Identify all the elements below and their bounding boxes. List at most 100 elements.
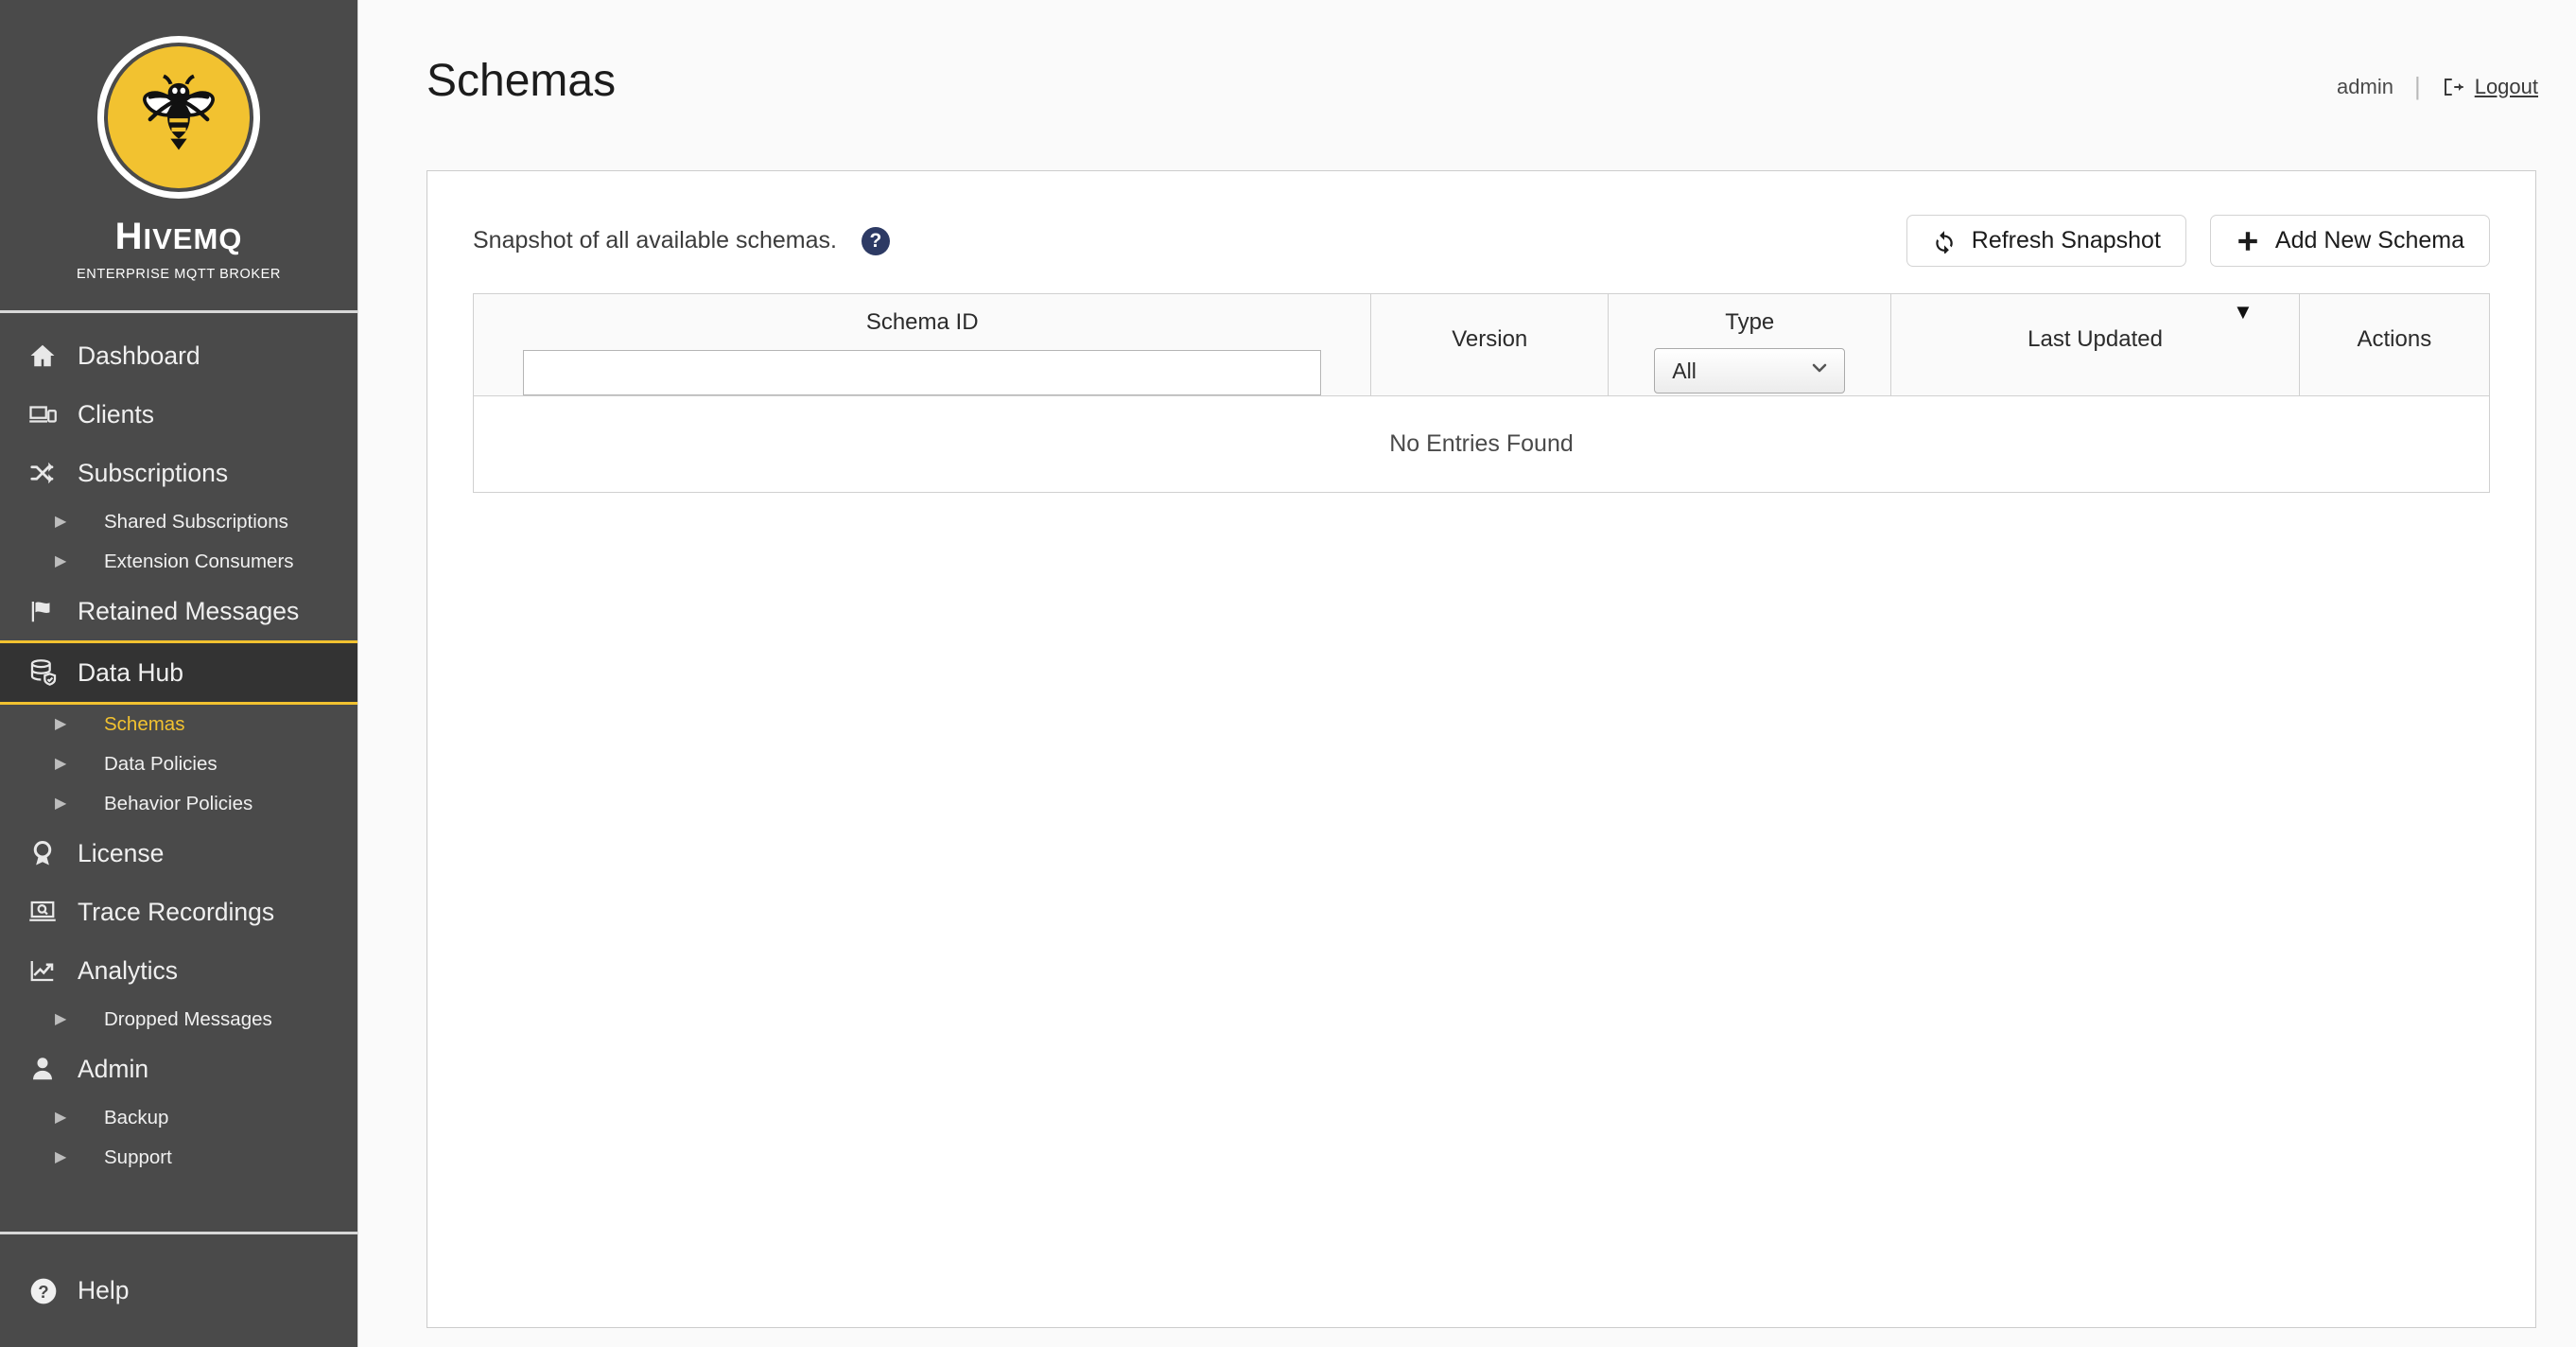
caret-right-icon: ▶ [55, 756, 67, 772]
logout-button[interactable]: Logout [2442, 75, 2538, 99]
schema-id-filter-input[interactable] [523, 350, 1322, 395]
sidebar-item-label: Analytics [78, 955, 179, 985]
caret-right-icon: ▶ [55, 716, 67, 732]
column-type[interactable]: Type All [1608, 293, 1892, 396]
brand-name: HIVEMQ [114, 216, 243, 257]
divider: | [2413, 72, 2421, 100]
card-header: Snapshot of all available schemas. ? Ref… [473, 215, 2490, 293]
refresh-snapshot-button[interactable]: Refresh Snapshot [1906, 215, 2186, 267]
brand-block: HIVEMQ ENTERPRISE MQTT BROKER [0, 0, 357, 313]
sidebar-item-schemas[interactable]: ▶ Schemas [0, 705, 357, 744]
sidebar-item-data-hub[interactable]: Data Hub [0, 640, 357, 705]
sidebar-nav: Dashboard Clients Subscriptions ▶ Shared… [0, 313, 357, 1232]
sidebar-item-dashboard[interactable]: Dashboard [0, 326, 357, 385]
sidebar-item-shared-subscriptions[interactable]: ▶ Shared Subscriptions [0, 502, 357, 542]
user-area: admin | Logout [2337, 59, 2538, 101]
devices-icon [28, 400, 78, 429]
caret-right-icon: ▶ [55, 514, 67, 530]
help-circle-icon[interactable]: ? [861, 226, 890, 255]
caret-right-icon: ▶ [55, 796, 67, 812]
brand-tagline: ENTERPRISE MQTT BROKER [77, 267, 281, 282]
chart-line-icon [28, 956, 78, 985]
sidebar-item-label: Schemas [104, 713, 185, 735]
sidebar-item-clients[interactable]: Clients [0, 385, 357, 444]
add-new-schema-button[interactable]: Add New Schema [2209, 215, 2490, 267]
column-version[interactable]: Version [1370, 293, 1610, 396]
database-shield-icon [28, 657, 78, 688]
table-header-row: Schema ID Version Type All ▼ Last Update… [472, 293, 2491, 396]
flag-icon [28, 597, 78, 625]
sidebar-item-backup[interactable]: ▶ Backup [0, 1098, 357, 1138]
sidebar-item-label: Backup [104, 1107, 169, 1128]
sidebar-item-label: Trace Recordings [78, 897, 275, 926]
column-header-label: Version [1452, 326, 1528, 352]
plus-icon [2236, 229, 2260, 254]
user-icon [28, 1055, 78, 1083]
sidebar-item-label: Retained Messages [78, 596, 300, 625]
chevron-down-icon [1808, 357, 1831, 385]
add-new-schema-label: Add New Schema [2274, 227, 2464, 254]
sidebar-item-support[interactable]: ▶ Support [0, 1138, 357, 1178]
main-content: Schemas admin | Logout Snapshot of all a… [357, 0, 2576, 1347]
sidebar-item-label: Dropped Messages [104, 1008, 272, 1030]
type-filter-select[interactable]: All [1654, 348, 1846, 394]
caret-right-icon: ▶ [55, 1110, 67, 1126]
caret-right-icon: ▶ [55, 553, 67, 569]
column-actions: Actions [2298, 293, 2491, 396]
sidebar-item-label: License [78, 838, 165, 867]
table-body: No Entries Found [473, 395, 2490, 493]
card-description-group: Snapshot of all available schemas. ? [473, 226, 890, 255]
home-icon [28, 341, 78, 370]
sidebar-item-label: Dashboard [78, 341, 200, 370]
sidebar-item-retained-messages[interactable]: Retained Messages [0, 582, 357, 640]
logo-ring [97, 36, 260, 199]
schemas-card: Snapshot of all available schemas. ? Ref… [426, 170, 2536, 1328]
sidebar-help-block: ? Help [0, 1232, 357, 1347]
sidebar-item-license[interactable]: License [0, 824, 357, 883]
refresh-snapshot-label: Refresh Snapshot [1971, 227, 2161, 254]
sidebar-item-label: Admin [78, 1054, 149, 1083]
column-header-label: Type [1725, 309, 1775, 335]
sidebar-item-label: Data Policies [104, 753, 218, 775]
app-root: HIVEMQ ENTERPRISE MQTT BROKER Dashboard … [0, 0, 2576, 1347]
sidebar-item-label: Shared Subscriptions [104, 511, 288, 533]
refresh-icon [1932, 229, 1957, 254]
sidebar-item-label: Behavior Policies [104, 793, 253, 814]
logout-label: Logout [2474, 74, 2538, 98]
column-header-label: Actions [2357, 326, 2432, 352]
table-empty-row: No Entries Found [473, 395, 2490, 493]
sidebar-item-extension-consumers[interactable]: ▶ Extension Consumers [0, 542, 357, 582]
sidebar-item-label: Data Hub [78, 657, 183, 687]
column-last-updated[interactable]: ▼ Last Updated [1890, 293, 2300, 396]
shuffle-icon [28, 459, 78, 487]
sidebar-item-behavior-policies[interactable]: ▶ Behavior Policies [0, 784, 357, 824]
sort-descending-icon[interactable]: ▼ [2233, 302, 2254, 323]
column-header-label: Schema ID [865, 309, 979, 335]
sidebar-item-analytics[interactable]: Analytics [0, 941, 357, 1000]
question-circle-icon: ? [28, 1276, 78, 1306]
schemas-table: Schema ID Version Type All ▼ Last Update… [472, 293, 2491, 493]
type-filter-value: All [1672, 358, 1697, 383]
empty-message: No Entries Found [473, 395, 2490, 493]
sidebar-item-data-policies[interactable]: ▶ Data Policies [0, 744, 357, 784]
sidebar-item-admin[interactable]: Admin [0, 1040, 357, 1098]
sidebar-item-trace-recordings[interactable]: Trace Recordings [0, 883, 357, 941]
laptop-search-icon [28, 898, 78, 926]
table-header: Schema ID Version Type All ▼ Last Update… [472, 293, 2491, 396]
sign-out-icon [2442, 76, 2464, 98]
sidebar-item-label: Help [78, 1276, 130, 1304]
svg-text:?: ? [38, 1281, 48, 1301]
current-user: admin [2337, 74, 2393, 98]
sidebar-item-label: Support [104, 1146, 172, 1168]
top-bar: Schemas admin | Logout [358, 0, 2576, 170]
card-description: Snapshot of all available schemas. [473, 227, 837, 254]
sidebar-item-label: Subscriptions [78, 458, 229, 487]
sidebar-item-label: Clients [78, 399, 155, 429]
sidebar-item-help[interactable]: ? Help [0, 1276, 130, 1306]
page-title: Schemas [426, 56, 617, 106]
sidebar-item-dropped-messages[interactable]: ▶ Dropped Messages [0, 1000, 357, 1040]
column-schema-id[interactable]: Schema ID [472, 293, 1372, 396]
sidebar: HIVEMQ ENTERPRISE MQTT BROKER Dashboard … [0, 0, 357, 1347]
sidebar-item-subscriptions[interactable]: Subscriptions [0, 444, 357, 502]
card-actions: Refresh Snapshot Add New Schema [1883, 215, 2490, 267]
